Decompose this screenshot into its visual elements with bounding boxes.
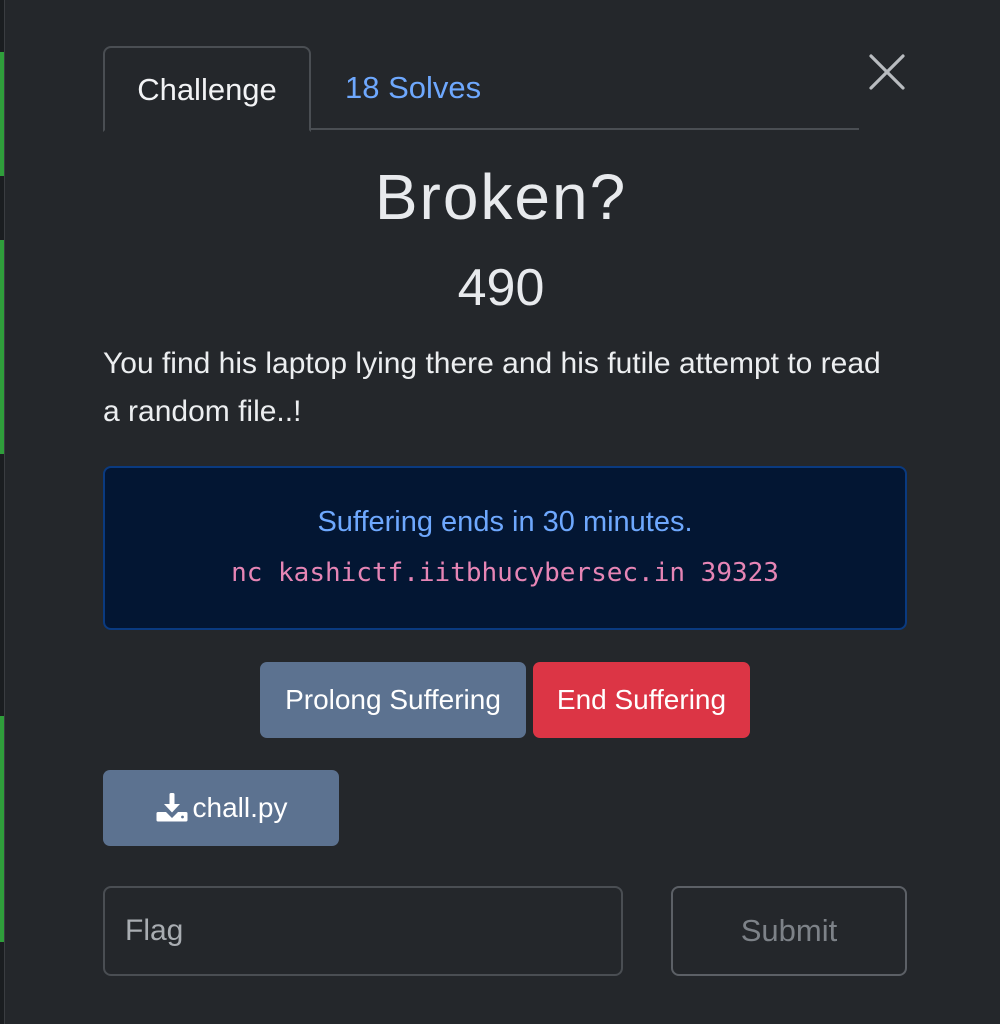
challenge-points: 490	[457, 259, 545, 317]
tab-solves[interactable]: 18 Solves	[345, 46, 481, 130]
file-name: chall.py	[192, 792, 288, 823]
connection-command: nc kashictf.iitbhucybersec.in 39323	[231, 558, 779, 588]
download-icon	[156, 792, 188, 822]
instance-status-text: Suffering ends in 30 minutes.	[317, 506, 693, 538]
prolong-suffering-button[interactable]: Prolong Suffering	[260, 662, 526, 738]
challenge-description: You find his laptop lying there and his …	[103, 347, 881, 428]
close-icon	[869, 54, 905, 90]
end-suffering-button[interactable]: End Suffering	[533, 662, 750, 738]
close-button[interactable]	[867, 52, 907, 92]
challenge-modal: Challenge 18 Solves Broken? 490 You find…	[4, 0, 1000, 1024]
instance-info-box: Suffering ends in 30 minutes. nc kashict…	[103, 466, 907, 630]
download-file-button[interactable]: chall.py	[103, 770, 339, 846]
challenge-title: Broken?	[374, 161, 628, 233]
submit-button[interactable]: Submit	[671, 886, 907, 976]
modal-tabs: Challenge 18 Solves	[103, 46, 859, 132]
tab-challenge[interactable]: Challenge	[103, 46, 311, 132]
flag-input[interactable]	[103, 886, 623, 976]
